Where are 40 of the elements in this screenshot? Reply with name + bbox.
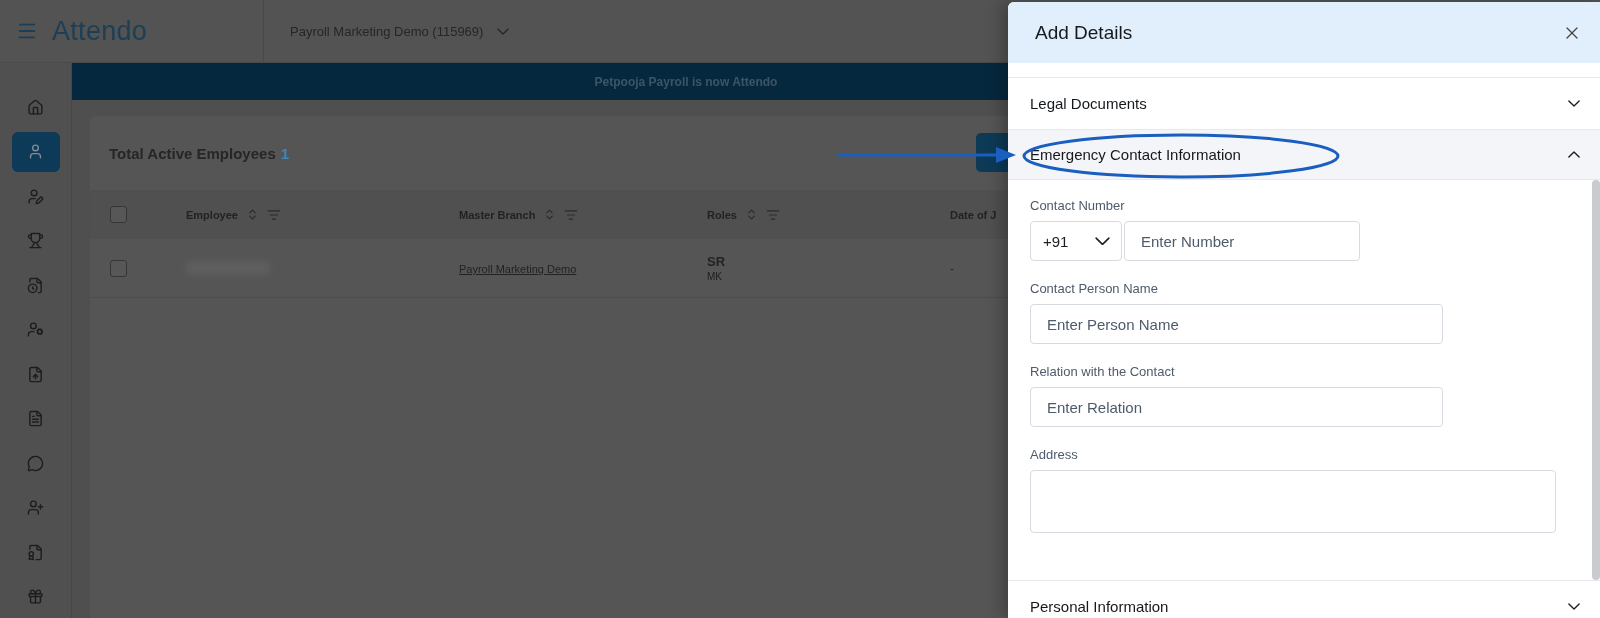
gift-icon [27,588,44,605]
chevron-down-icon [1568,603,1580,610]
accordion-header[interactable]: Personal Information [1008,581,1600,618]
user-gear-icon [27,321,44,338]
document-upload-icon [27,365,44,383]
address-textarea[interactable] [1030,470,1556,533]
field-label: Contact Person Name [1030,281,1159,296]
filter-icon[interactable] [266,207,281,222]
filter-icon[interactable] [765,207,780,222]
phone-input[interactable]: Enter Number [1124,221,1360,261]
accordion-header[interactable]: Legal Documents [1008,78,1600,130]
country-code-select[interactable]: +91 [1030,221,1122,261]
table-cell: - [950,262,954,276]
chevron-down-icon [497,27,510,35]
user-add-icon [27,499,44,516]
field-label: Address [1030,447,1079,462]
chat-bubble-icon [27,454,44,472]
document-clock-icon [27,276,44,294]
field-label: Contact Number [1030,198,1126,213]
drawer-title: Add Details [1035,21,1133,44]
document-icon [27,410,44,427]
user-edit-icon [27,187,44,205]
checkbox[interactable] [110,259,127,277]
user-icon [27,143,44,160]
trophy-icon [27,232,44,249]
certificate-icon [27,543,44,561]
text-input[interactable]: Enter Relation [1030,387,1443,427]
chevron-up-icon [1568,151,1580,158]
field-label: Relation with the Contact [1030,364,1176,379]
text-input[interactable]: Enter Person Name [1030,304,1443,344]
logo: Attendo [52,15,148,47]
filter-icon[interactable] [564,207,579,222]
scrollbar[interactable] [1592,180,1600,580]
chevron-down-icon [1568,100,1580,107]
home-icon [27,98,44,116]
employee-count: 1 [280,144,290,162]
chevron-down-icon [1095,236,1110,246]
sidebar-item[interactable] [11,131,60,172]
accordion-header[interactable]: Emergency Contact Information [1008,130,1600,180]
checkbox[interactable] [110,206,127,223]
